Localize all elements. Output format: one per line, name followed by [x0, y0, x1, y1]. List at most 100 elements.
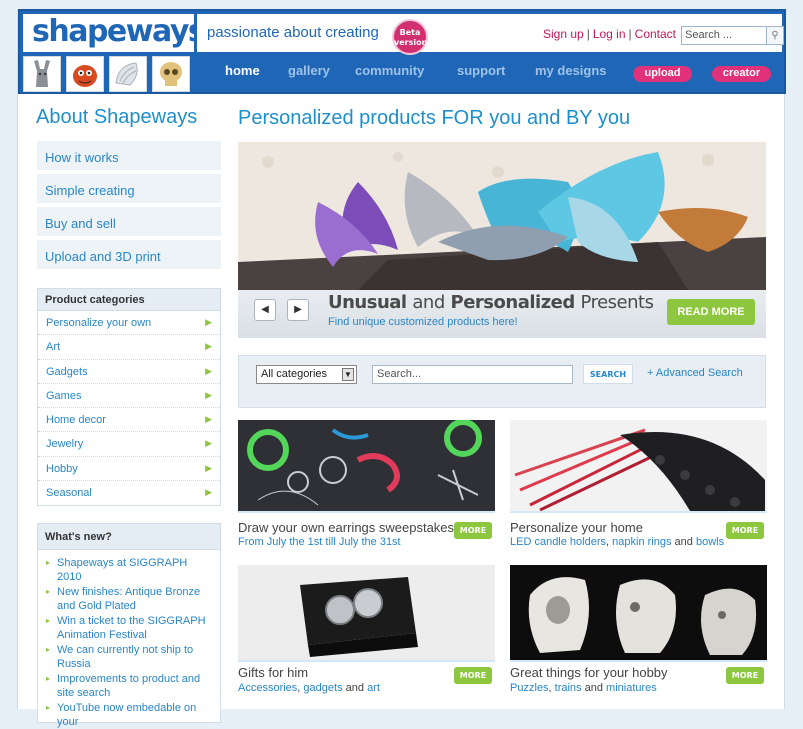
card-gifts-title[interactable]: Gifts for him [238, 665, 308, 680]
card-earrings-title[interactable]: Draw your own earrings sweepstakes [238, 520, 454, 535]
nav-support[interactable]: support [457, 63, 505, 78]
header-search-input[interactable]: Search ... [681, 26, 767, 45]
category-seasonal[interactable]: Seasonal ▶ [38, 481, 220, 505]
logo[interactable]: shapeways [23, 14, 206, 52]
card-divider [510, 660, 767, 662]
link-trains[interactable]: trains [555, 682, 582, 694]
news-title: What's new? [38, 524, 220, 550]
top-links: Sign up | Log in | Contact [543, 27, 677, 41]
news-panel: What's new? Shapeways at SIGGRAPH 2010 N… [37, 523, 221, 728]
about-link-buy-and-sell[interactable]: Buy and sell [37, 207, 221, 238]
site-header: shapeways passionate about creating Beta… [18, 9, 786, 94]
prev-arrow-icon[interactable]: ◀ [254, 299, 276, 321]
thumb-shell[interactable] [109, 56, 147, 92]
upload-button[interactable]: upload [633, 66, 692, 82]
news-item[interactable]: We can currently not ship to Russia [46, 643, 212, 671]
category-personalize[interactable]: Personalize your own ▶ [38, 311, 220, 336]
news-item[interactable]: YouTube now embedable on your [46, 701, 212, 729]
hero-subtitle[interactable]: Find unique customized products here! [328, 316, 518, 328]
beta-line2: version [394, 38, 428, 47]
logo-text: shapeways [32, 14, 206, 49]
arrow-icon: ▶ [205, 389, 212, 400]
arrow-icon: ▶ [205, 341, 212, 352]
more-button[interactable]: MORE [454, 667, 492, 684]
product-search-input[interactable]: Search... [372, 365, 573, 384]
search-button[interactable]: SEARCH [583, 364, 633, 384]
news-item[interactable]: Shapeways at SIGGRAPH 2010 [46, 556, 212, 584]
thumb-bunny[interactable] [23, 56, 61, 92]
earrings-image[interactable] [238, 420, 495, 511]
next-arrow-icon[interactable]: ▶ [287, 299, 309, 321]
login-link[interactable]: Log in [593, 27, 626, 41]
figurines-image[interactable] [510, 565, 767, 660]
arrow-icon: ▶ [205, 414, 212, 425]
news-item[interactable]: Win a ticket to the SIGGRAPH Animation F… [46, 614, 212, 642]
candles-image[interactable] [510, 420, 767, 511]
categories-title: Product categories [38, 289, 220, 311]
link-puzzles[interactable]: Puzzles [510, 682, 549, 694]
more-button[interactable]: MORE [726, 667, 764, 684]
about-link-upload-3d-print[interactable]: Upload and 3D print [37, 240, 221, 271]
beta-badge: Beta version [392, 19, 428, 55]
signup-link[interactable]: Sign up [543, 27, 584, 41]
link-led-candle-holders[interactable]: LED candle holders [510, 536, 606, 548]
about-title: About Shapeways [36, 106, 198, 128]
tagline: passionate about creating [207, 24, 379, 41]
link-napkin-rings[interactable]: napkin rings [612, 536, 671, 548]
hero-gift-image [238, 142, 766, 290]
hero-banner: ◀ ▶ Unusual and Personalized Presents Fi… [238, 142, 766, 338]
beta-line1: Beta [399, 28, 421, 37]
tagline-bar: passionate about creating Beta version S… [197, 14, 784, 55]
main-title: Personalized products FOR you and BY you [238, 107, 631, 129]
arrow-icon: ▶ [205, 365, 212, 376]
news-list: Shapeways at SIGGRAPH 2010 New finishes:… [38, 550, 220, 729]
card-gifts-subtitle: Accessories, gadgets and art [238, 682, 380, 694]
arrow-icon: ▶ [205, 487, 212, 498]
about-link-how-it-works[interactable]: How it works [37, 141, 221, 172]
search-panel: All categories ▼ Search... SEARCH + Adva… [238, 355, 766, 408]
nav-home[interactable]: home [225, 63, 260, 78]
card-divider [238, 511, 495, 513]
thumb-monster[interactable] [66, 56, 104, 92]
news-item[interactable]: Improvements to product and site search [46, 672, 212, 700]
nav-gallery[interactable]: gallery [288, 63, 330, 78]
category-gadgets[interactable]: Gadgets ▶ [38, 360, 220, 384]
link-art[interactable]: art [367, 682, 380, 694]
nav-community[interactable]: community [355, 63, 424, 78]
card-home-title[interactable]: Personalize your home [510, 520, 643, 535]
link-miniatures[interactable]: miniatures [606, 682, 657, 694]
more-button[interactable]: MORE [726, 522, 764, 539]
read-more-button[interactable]: READ MORE [667, 299, 755, 325]
nav-my-designs[interactable]: my designs [535, 63, 607, 78]
card-hobby-title[interactable]: Great things for your hobby [510, 665, 668, 680]
card-hobby-subtitle: Puzzles, trains and miniatures [510, 682, 657, 694]
card-divider [238, 660, 495, 662]
advanced-search-link[interactable]: + Advanced Search [647, 367, 743, 379]
card-earrings-subtitle[interactable]: From July the 1st till July the 31st [238, 536, 401, 548]
category-home-decor[interactable]: Home decor ▶ [38, 408, 220, 433]
category-select[interactable]: All categories ▼ [256, 365, 357, 384]
hero-heading: Unusual and Personalized Presents [328, 292, 654, 313]
category-hobby[interactable]: Hobby ▶ [38, 457, 220, 482]
category-jewelry[interactable]: Jewelry ▶ [38, 432, 220, 457]
cufflinks-image[interactable] [238, 565, 495, 660]
contact-link[interactable]: Contact [635, 27, 676, 41]
thumb-skull[interactable] [152, 56, 190, 92]
arrow-icon: ▶ [205, 462, 212, 473]
link-accessories[interactable]: Accessories [238, 682, 297, 694]
link-gadgets[interactable]: gadgets [303, 682, 342, 694]
page: shapeways passionate about creating Beta… [17, 9, 786, 728]
categories-panel: Product categories Personalize your own ▶… [37, 288, 221, 506]
news-item[interactable]: New finishes: Antique Bronze and Gold Pl… [46, 585, 212, 613]
more-button[interactable]: MORE [454, 522, 492, 539]
link-bowls[interactable]: bowls [696, 536, 724, 548]
category-art[interactable]: Art ▶ [38, 335, 220, 360]
about-link-simple-creating[interactable]: Simple creating [37, 174, 221, 205]
creator-button[interactable]: creator [712, 66, 771, 82]
dropdown-arrow-icon: ▼ [342, 368, 354, 381]
card-divider [510, 511, 767, 513]
arrow-icon: ▶ [205, 438, 212, 449]
search-icon[interactable]: ⚲ [767, 26, 784, 45]
arrow-icon: ▶ [205, 317, 212, 327]
category-games[interactable]: Games ▶ [38, 384, 220, 409]
